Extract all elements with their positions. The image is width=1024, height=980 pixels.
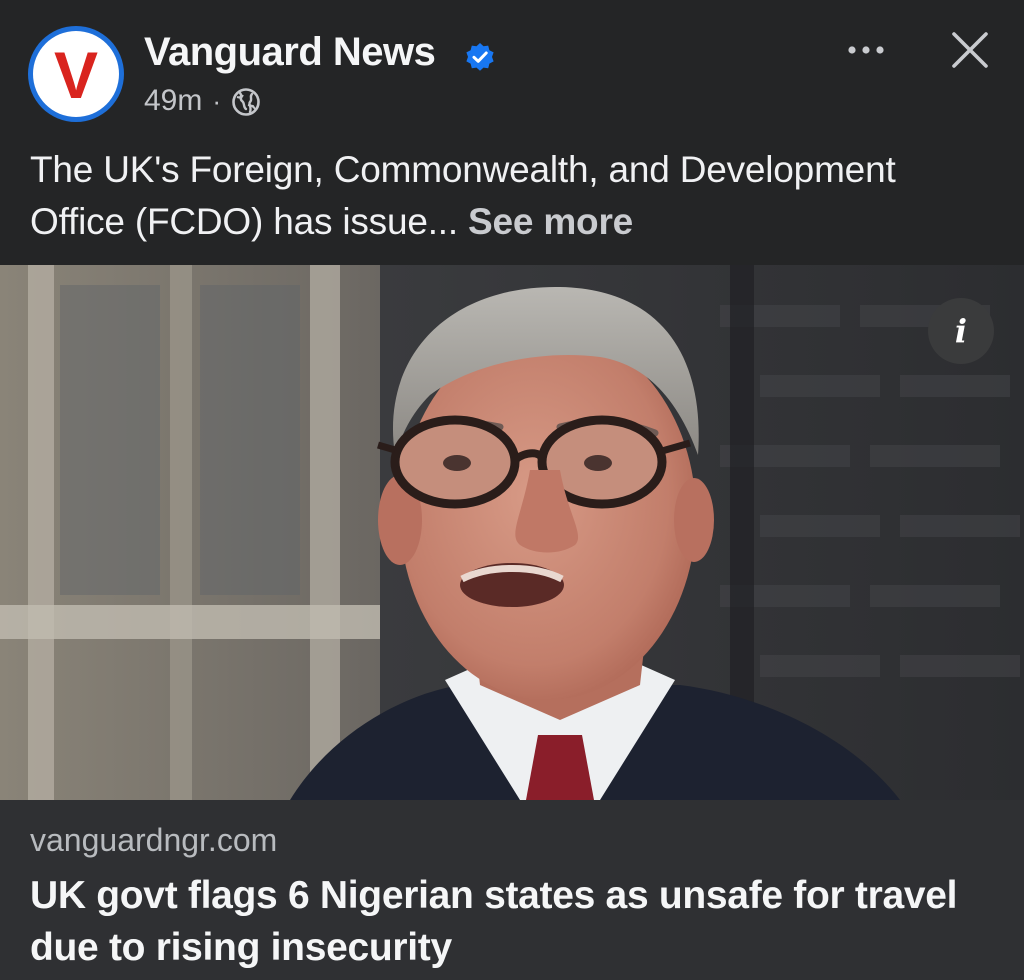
- post-text-body: The UK's Foreign, Commonwealth, and Deve…: [30, 149, 896, 242]
- post-meta: 49m ·: [144, 84, 261, 118]
- verified-badge-icon: [466, 43, 494, 71]
- link-domain[interactable]: vanguardngr.com: [30, 822, 277, 859]
- more-options-button[interactable]: [836, 20, 896, 80]
- photo-illustration: [0, 265, 1024, 800]
- more-options-icon: [848, 46, 884, 54]
- see-more-link[interactable]: See more: [468, 201, 633, 242]
- info-icon: i: [954, 312, 968, 350]
- post-text: The UK's Foreign, Commonwealth, and Deve…: [30, 144, 1000, 248]
- avatar-inner: V: [33, 31, 119, 117]
- link-headline[interactable]: UK govt flags 6 Nigerian states as unsaf…: [30, 870, 990, 974]
- page-avatar[interactable]: V: [28, 26, 124, 122]
- globe-icon: [232, 88, 260, 116]
- post-photo[interactable]: [0, 265, 1024, 800]
- close-button[interactable]: [940, 20, 1000, 80]
- post-time[interactable]: 49m: [144, 84, 202, 118]
- info-button[interactable]: i: [928, 298, 994, 364]
- close-icon: [952, 32, 988, 68]
- page-name[interactable]: Vanguard News: [144, 30, 436, 75]
- avatar-logo-letter: V: [53, 38, 99, 112]
- meta-separator: ·: [212, 85, 222, 116]
- post-header: V Vanguard News 49m · The UK's Foreign, …: [0, 0, 1024, 265]
